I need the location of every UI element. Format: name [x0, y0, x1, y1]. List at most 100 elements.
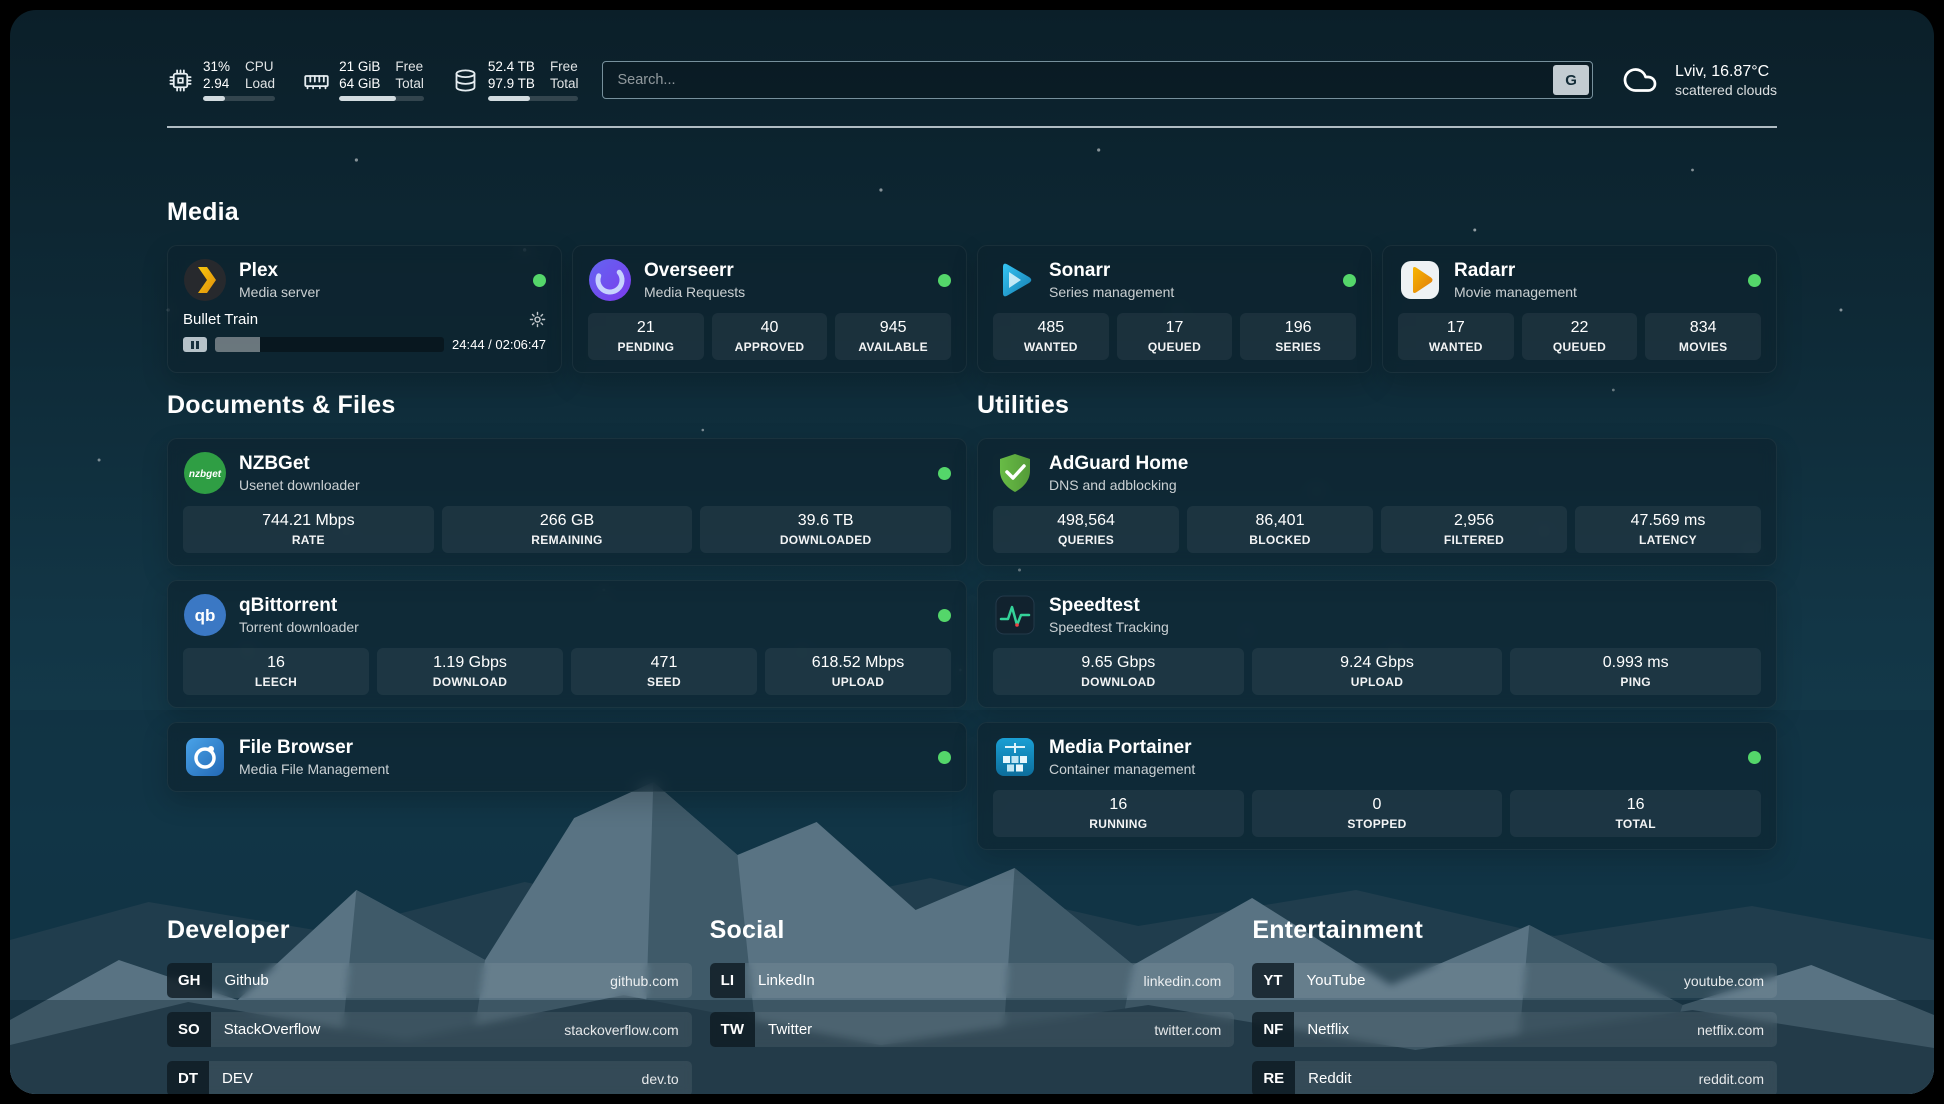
app-subtitle: DNS and adblocking: [1049, 477, 1188, 493]
stat-approved: 40 APPROVED: [712, 313, 828, 360]
bookmark-row-twitter[interactable]: TW Twitter twitter.com: [710, 1012, 1235, 1047]
storage-total-value: 97.9 TB: [488, 76, 535, 92]
stackoverflow-badge: SO: [167, 1012, 211, 1047]
stat-download: 1.19 Gbps DOWNLOAD: [377, 648, 563, 695]
bookmark-url: dev.to: [629, 1061, 692, 1094]
stat-queued: 17 QUEUED: [1117, 313, 1233, 360]
stat-blocked: 86,401 BLOCKED: [1187, 506, 1373, 553]
stat-downloaded: 39.6 TB DOWNLOADED: [700, 506, 951, 553]
radarr-icon: [1398, 258, 1442, 302]
bookmark-row-youtube[interactable]: YT YouTube youtube.com: [1252, 963, 1777, 998]
bookmark-url: twitter.com: [1141, 1012, 1234, 1047]
nzbget-icon: nzbget: [183, 451, 227, 495]
search-input[interactable]: [602, 61, 1593, 99]
bookmark-name: DEV: [209, 1061, 629, 1094]
app-name: Overseerr: [644, 260, 745, 282]
cpu-load-label: Load: [245, 76, 275, 92]
memory-usage-bar: [339, 96, 424, 101]
bookmark-name: Reddit: [1295, 1061, 1685, 1094]
stat-queued: 22 QUEUED: [1522, 313, 1638, 360]
storage-usage-bar-fill: [488, 96, 530, 101]
adguard-card[interactable]: AdGuard Home DNS and adblocking 498,564 …: [977, 438, 1777, 566]
app-subtitle: Torrent downloader: [239, 619, 359, 635]
search-bar: G: [602, 61, 1593, 99]
plex-card[interactable]: Plex Media server Bullet Train: [167, 245, 562, 373]
stat-pending: 21 PENDING: [588, 313, 704, 360]
header-divider: [167, 126, 1777, 128]
bookmark-name: StackOverflow: [211, 1012, 552, 1047]
stat-leech: 16 LEECH: [183, 648, 369, 695]
dev-badge: DT: [167, 1061, 209, 1094]
filebrowser-card[interactable]: File Browser Media File Management: [167, 722, 967, 792]
section-title-media: Media: [167, 198, 1777, 227]
youtube-badge: YT: [1252, 963, 1293, 998]
memory-widget: 21 GiB Free 64 GiB Total: [303, 59, 424, 100]
storage-icon: [452, 67, 479, 94]
app-name: Speedtest: [1049, 595, 1169, 617]
settings-gear-icon[interactable]: [529, 311, 546, 328]
reddit-badge: RE: [1252, 1061, 1295, 1094]
now-playing-title: Bullet Train: [183, 311, 258, 328]
stat-rate: 744.21 Mbps RATE: [183, 506, 434, 553]
bookmark-row-reddit[interactable]: RE Reddit reddit.com: [1252, 1061, 1777, 1094]
sonarr-card[interactable]: Sonarr Series management 485 WANTED 17 Q…: [977, 245, 1372, 373]
app-name: NZBGet: [239, 453, 360, 475]
stat-series: 196 SERIES: [1240, 313, 1356, 360]
nzbget-card[interactable]: nzbget NZBGet Usenet downloader 74: [167, 438, 967, 566]
playback-time: 24:44 / 02:06:47: [452, 337, 546, 352]
top-bar: 31% CPU 2.94 Load: [167, 52, 1777, 108]
utilities-section: Utilities: [977, 391, 1777, 850]
section-title-documents: Documents & Files: [167, 391, 967, 420]
bookmark-row-github[interactable]: GH Github github.com: [167, 963, 692, 998]
stat-remaining: 266 GB REMAINING: [442, 506, 693, 553]
bookmark-row-netflix[interactable]: NF Netflix netflix.com: [1252, 1012, 1777, 1047]
cpu-load-value: 2.94: [203, 76, 230, 92]
bookmark-row-stackoverflow[interactable]: SO StackOverflow stackoverflow.com: [167, 1012, 692, 1047]
bookmark-group-developer: Developer GH Github github.com SO StackO…: [167, 916, 692, 1094]
speedtest-card[interactable]: Speedtest Speedtest Tracking 9.65 Gbps D…: [977, 580, 1777, 708]
stat-upload: 9.24 Gbps UPLOAD: [1252, 648, 1503, 695]
stat-running: 16 RUNNING: [993, 790, 1244, 837]
cpu-icon: [167, 67, 194, 94]
memory-free-value: 21 GiB: [339, 59, 380, 75]
app-subtitle: Media Requests: [644, 284, 745, 300]
status-dot: [533, 274, 546, 287]
bookmark-row-dev[interactable]: DT DEV dev.to: [167, 1061, 692, 1094]
app-name: Sonarr: [1049, 260, 1174, 282]
bookmark-name: Github: [212, 963, 598, 998]
stat-wanted: 17 WANTED: [1398, 313, 1514, 360]
cpu-usage-bar-fill: [203, 96, 225, 101]
stat-upload: 618.52 Mbps UPLOAD: [765, 648, 951, 695]
netflix-badge: NF: [1252, 1012, 1294, 1047]
app-name: qBittorrent: [239, 595, 359, 617]
app-subtitle: Usenet downloader: [239, 477, 360, 493]
search-engine-button[interactable]: G: [1553, 65, 1589, 95]
memory-total-value: 64 GiB: [339, 76, 380, 92]
overseerr-card[interactable]: Overseerr Media Requests 21 PENDING 40 A…: [572, 245, 967, 373]
section-title-social: Social: [710, 916, 1235, 945]
status-dot: [938, 609, 951, 622]
cpu-widget: 31% CPU 2.94 Load: [167, 59, 275, 100]
portainer-card[interactable]: Media Portainer Container management 16 …: [977, 722, 1777, 850]
memory-free-label: Free: [395, 59, 424, 75]
bookmark-url: reddit.com: [1686, 1061, 1777, 1094]
adguard-icon: [993, 451, 1037, 495]
app-subtitle: Movie management: [1454, 284, 1577, 300]
bookmark-group-social: Social LI LinkedIn linkedin.com TW Twitt…: [710, 916, 1235, 1047]
qbittorrent-icon: qb: [183, 593, 227, 637]
qbittorrent-card[interactable]: qb qBittorrent Torrent downloader: [167, 580, 967, 708]
bookmark-name: LinkedIn: [745, 963, 1131, 998]
radarr-card[interactable]: Radarr Movie management 17 WANTED 22 QUE…: [1382, 245, 1777, 373]
bookmark-url: youtube.com: [1671, 963, 1777, 998]
stat-queries: 498,564 QUERIES: [993, 506, 1179, 553]
bookmark-name: Netflix: [1294, 1012, 1684, 1047]
twitter-badge: TW: [710, 1012, 755, 1047]
stat-filtered: 2,956 FILTERED: [1381, 506, 1567, 553]
app-name: Radarr: [1454, 260, 1577, 282]
speedtest-icon: [993, 593, 1037, 637]
bookmark-row-linkedin[interactable]: LI LinkedIn linkedin.com: [710, 963, 1235, 998]
pause-button[interactable]: [183, 337, 207, 352]
cpu-usage-bar: [203, 96, 275, 101]
app-name: File Browser: [239, 737, 389, 759]
stat-seed: 471 SEED: [571, 648, 757, 695]
